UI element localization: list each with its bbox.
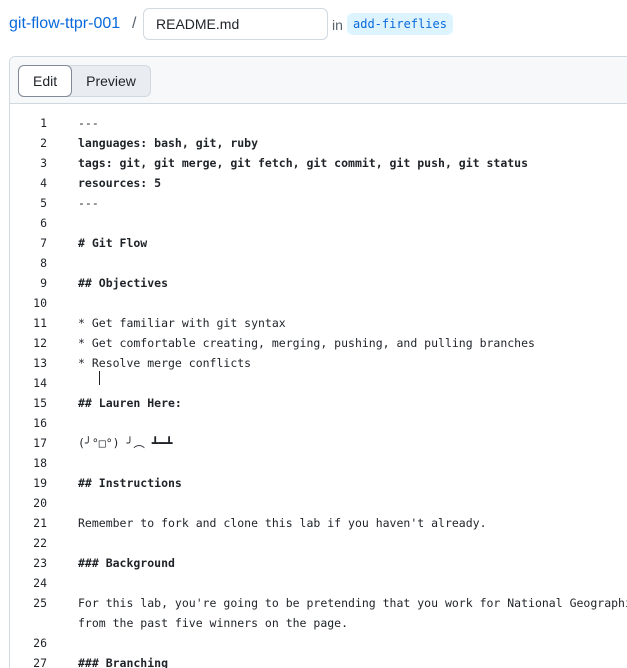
code-line[interactable]: 11 * Get familiar with git syntax [10, 313, 627, 333]
filename-input[interactable] [143, 8, 328, 40]
line-number: 25 [33, 596, 47, 610]
line-number: 22 [33, 536, 47, 550]
line-text: ### Background [78, 556, 175, 570]
line-text: ## Instructions [78, 476, 182, 490]
line-number: 8 [40, 256, 47, 270]
line-text: from the past five winners on the page. [78, 616, 349, 630]
code-line[interactable]: 22 [10, 533, 627, 553]
code-line[interactable]: 18 [10, 453, 627, 473]
line-text: --- [78, 116, 99, 130]
line-number: 14 [33, 376, 47, 390]
line-number: 24 [33, 576, 47, 590]
line-text: * Get familiar with git syntax [78, 316, 286, 330]
line-number: 21 [33, 516, 47, 530]
code-line[interactable]: 26 [10, 633, 627, 653]
code-line[interactable]: 12 * Get comfortable creating, merging, p… [10, 333, 627, 353]
code-line[interactable]: 25 For this lab, you're going to be prete… [10, 593, 627, 613]
line-text: ## Objectives [78, 276, 169, 290]
code-editor[interactable]: 1 --- 2 languages: bash, git, ruby 3 tags: gi… [10, 105, 627, 668]
code-line[interactable]: 5 --- [10, 193, 627, 213]
editor-tabbar: Edit Preview [10, 57, 627, 104]
line-text: # Git Flow [78, 236, 148, 250]
editor-container: Edit Preview 1 --- 2 languages: bash, git, … [9, 56, 627, 668]
line-text: (╯°□°) ╯︵ ┻━┻ [78, 436, 173, 450]
line-number: 3 [40, 156, 47, 170]
code-line[interactable]: 16 [10, 413, 627, 433]
code-line[interactable]: 14 [10, 373, 627, 393]
line-number: 15 [33, 396, 47, 410]
code-line[interactable]: 4 resources: 5 [10, 173, 627, 193]
line-number: 27 [33, 656, 47, 668]
path-separator: / [132, 15, 137, 32]
repo-link[interactable]: git-flow-ttpr-001 [9, 15, 120, 33]
tab-preview[interactable]: Preview [72, 66, 150, 96]
line-number: 20 [33, 496, 47, 510]
code-line[interactable]: 17 (╯°□°) ╯︵ ┻━┻ [10, 433, 627, 453]
line-number: 5 [40, 196, 47, 210]
code-line[interactable]: 27 ### Branching [10, 653, 627, 668]
line-text: ### Branching [78, 656, 169, 668]
branch-badge[interactable]: add-fireflies [347, 13, 453, 35]
code-line[interactable]: 24 [10, 573, 627, 593]
code-line[interactable]: 10 [10, 293, 627, 313]
code-line[interactable]: 20 [10, 493, 627, 513]
line-number: 18 [33, 456, 47, 470]
line-number: 19 [33, 476, 47, 490]
line-text: languages: bash, git, ruby [78, 136, 259, 150]
line-number: 26 [33, 636, 47, 650]
line-number: 12 [33, 336, 47, 350]
line-number: 4 [40, 176, 47, 190]
line-number: 1 [40, 116, 47, 130]
line-text: resources: 5 [78, 176, 162, 190]
code-line[interactable]: 21 Remember to fork and clone this lab if… [10, 513, 627, 533]
code-line[interactable]: 6 [10, 213, 627, 233]
editor-tabs: Edit Preview [18, 65, 151, 97]
in-label: in [332, 17, 343, 33]
code-line[interactable]: 23 ### Background [10, 553, 627, 573]
line-number: 17 [33, 436, 47, 450]
code-line[interactable]: 15 ## Lauren Here: [10, 393, 627, 413]
line-number: 13 [33, 356, 47, 370]
line-text: ## Lauren Here: [78, 396, 182, 410]
line-number: 11 [33, 316, 47, 330]
code-line[interactable]: 3 tags: git, git merge, git fetch, git co… [10, 153, 627, 173]
line-number: 10 [33, 296, 47, 310]
line-number: 2 [40, 136, 47, 150]
file-header: git-flow-ttpr-001 / in add-fireflies [0, 0, 627, 48]
code-line[interactable]: 2 languages: bash, git, ruby [10, 133, 627, 153]
line-text: Remember to fork and clone this lab if y… [78, 516, 487, 530]
code-line[interactable]: 8 [10, 253, 627, 273]
line-number: 23 [33, 556, 47, 570]
code-line[interactable]: 9 ## Objectives [10, 273, 627, 293]
line-number: 16 [33, 416, 47, 430]
line-text: * Get comfortable creating, merging, pus… [78, 336, 535, 350]
code-line[interactable]: 7 # Git Flow [10, 233, 627, 253]
tab-edit[interactable]: Edit [18, 65, 73, 97]
line-text: * Resolve merge conflicts [78, 356, 252, 370]
line-number: 9 [40, 276, 47, 290]
code-line[interactable]: from the past five winners on the page. [10, 613, 627, 633]
line-text: --- [78, 196, 99, 210]
line-number: 7 [40, 236, 47, 250]
code-line[interactable]: 1 --- [10, 113, 627, 133]
line-text: For this lab, you're going to be pretend… [78, 596, 627, 610]
code-line[interactable]: 19 ## Instructions [10, 473, 627, 493]
line-number: 6 [40, 216, 47, 230]
line-text: tags: git, git merge, git fetch, git com… [78, 156, 529, 170]
code-line[interactable]: 13 * Resolve merge conflicts [10, 353, 627, 373]
